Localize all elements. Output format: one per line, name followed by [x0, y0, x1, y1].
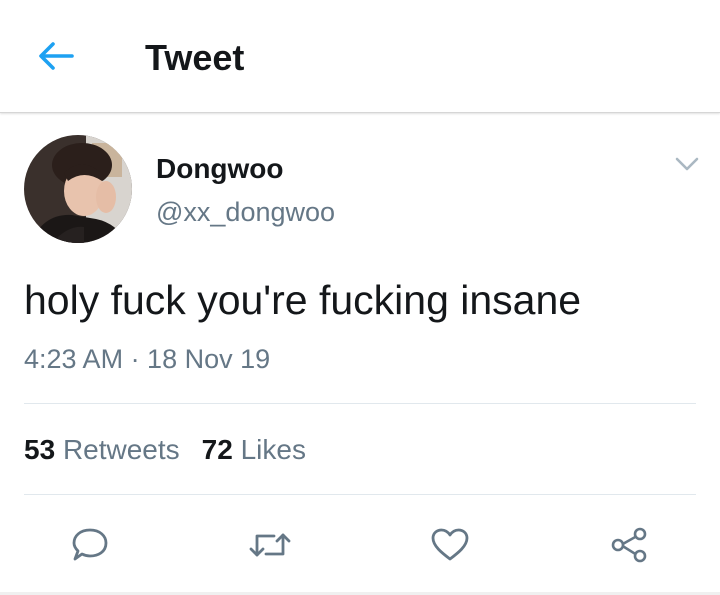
share-button[interactable] — [607, 524, 651, 566]
heart-icon — [431, 528, 469, 561]
tweet-menu-button[interactable] — [672, 152, 702, 176]
reply-button[interactable] — [68, 524, 112, 566]
like-label: Likes — [240, 434, 306, 465]
retweet-label: Retweets — [62, 434, 180, 465]
like-button[interactable] — [428, 524, 472, 566]
tweet-timestamp: 4:23 AM · 18 Nov 19 — [24, 344, 271, 374]
tweet-text: holy fuck you're fucking insane — [24, 277, 582, 323]
divider — [24, 494, 696, 495]
speech-bubble-icon — [72, 528, 108, 561]
retweets-stat[interactable]: 53 Retweets — [24, 433, 180, 467]
retweet-button[interactable] — [248, 524, 292, 566]
like-count: 72 — [201, 434, 233, 465]
top-app-bar: Tweet — [0, 0, 720, 113]
page-title: Tweet — [145, 37, 245, 78]
likes-stat[interactable]: 72 Likes — [202, 433, 306, 467]
arrow-left-icon — [39, 42, 74, 70]
divider — [24, 403, 696, 404]
author-display-name[interactable]: Dongwoo — [156, 153, 284, 185]
tweet-stats: 53 Retweets 72 Likes — [24, 433, 306, 467]
retweet-arrows-icon — [249, 533, 291, 557]
share-nodes-icon — [611, 527, 647, 563]
back-button[interactable] — [36, 39, 76, 73]
author-handle[interactable]: @xx_dongwoo — [156, 196, 335, 228]
retweet-count: 53 — [24, 434, 56, 465]
avatar[interactable] — [24, 135, 132, 243]
chevron-down-icon — [675, 157, 699, 171]
